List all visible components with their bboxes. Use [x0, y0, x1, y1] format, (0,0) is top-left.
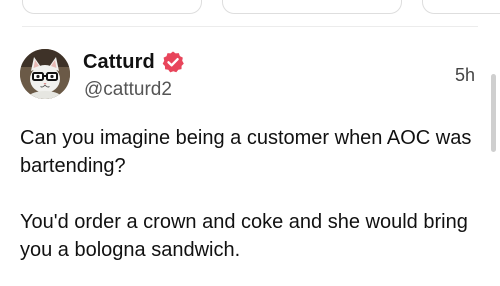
verified-badge-icon	[161, 50, 185, 74]
top-chip-row	[0, 0, 500, 26]
author-handle[interactable]: @catturd2	[84, 79, 172, 101]
top-chip[interactable]	[422, 0, 500, 14]
cat-avatar-icon	[20, 49, 70, 99]
top-chip[interactable]	[22, 0, 202, 14]
top-chip[interactable]	[222, 0, 402, 14]
author-row: Catturd	[83, 50, 185, 74]
avatar[interactable]	[20, 49, 70, 99]
author-display-name[interactable]: Catturd	[83, 51, 155, 74]
scrollbar-thumb[interactable]	[491, 74, 496, 152]
post-body-text: Can you imagine being a customer when AO…	[20, 127, 472, 261]
post-card[interactable]: Catturd @catturd2 5h Can you imagine bei…	[0, 27, 500, 286]
post-timestamp[interactable]: 5h	[455, 65, 475, 86]
